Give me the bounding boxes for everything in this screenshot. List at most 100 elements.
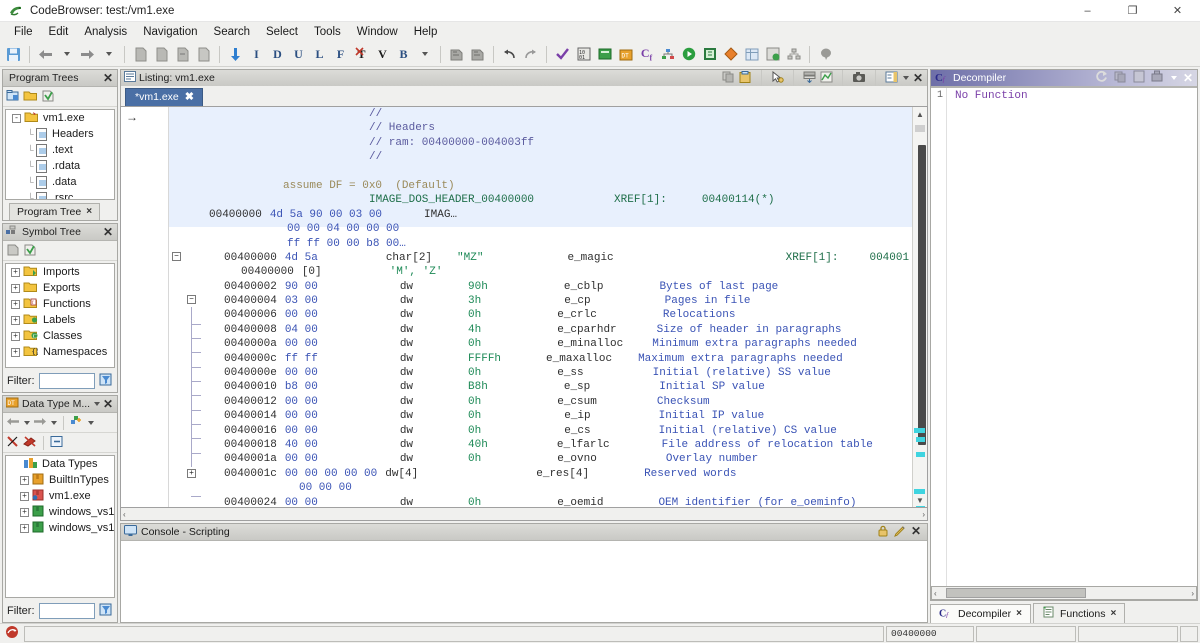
tab-program-tree[interactable]: Program Tree × <box>9 203 100 220</box>
tree-root-vm1exe[interactable]: - vm1.exe <box>6 110 114 126</box>
listing-row-bytes[interactable]: 00 00 00 <box>169 481 912 495</box>
tree-node-text[interactable]: └ .text <box>6 142 114 158</box>
export-icon[interactable] <box>173 45 192 64</box>
menu-select[interactable]: Select <box>258 24 306 40</box>
forward-dropdown-icon[interactable] <box>51 421 57 425</box>
expander-icon[interactable]: + <box>11 332 20 341</box>
redo-icon[interactable] <box>521 45 540 64</box>
copy-icon[interactable] <box>722 71 735 86</box>
disassemble-icon[interactable] <box>226 45 245 64</box>
new-datatype-icon[interactable] <box>70 415 84 430</box>
tree-node-headers[interactable]: └ Headers <box>6 126 114 142</box>
expander-icon[interactable]: + <box>20 492 29 501</box>
forward-arrow-icon[interactable] <box>33 416 47 430</box>
listing-row-data-array[interactable]: 0040001c00 00 00 00 00dw[4]e_res[4]Reser… <box>169 467 912 481</box>
memory-map-icon[interactable] <box>595 45 614 64</box>
bookmark-marker[interactable] <box>916 452 925 457</box>
data-types-node-vm1exe[interactable]: + vm1.exe <box>6 488 114 504</box>
snapshot-table-icon[interactable] <box>803 71 816 86</box>
symbol-node-functions[interactable]: + f Functions <box>6 296 114 312</box>
back-dropdown-icon[interactable] <box>57 45 76 64</box>
back-dropdown-icon[interactable] <box>24 421 30 425</box>
listing-row-data[interactable]: 0040000cff ffdwFFFFhe_maxallocMaximum ex… <box>169 352 912 366</box>
close-window-button[interactable]: ✕ <box>1155 0 1200 22</box>
rename-icon[interactable] <box>6 243 20 259</box>
tab-close-icon[interactable]: × <box>86 207 92 217</box>
chevron-down-icon[interactable] <box>94 402 100 406</box>
bookmark-icon[interactable]: B <box>394 45 413 64</box>
console-output[interactable] <box>121 541 927 622</box>
decompiler-horizontal-scrollbar[interactable]: ‹ › <box>931 586 1197 600</box>
listing-row-data[interactable]: 0040000290 00dw90he_cblpBytes of last pa… <box>169 280 912 294</box>
export-program-icon[interactable] <box>763 45 782 64</box>
scroll-right-arrow-icon[interactable]: › <box>1191 589 1194 598</box>
call-tree-icon[interactable] <box>658 45 677 64</box>
scroll-left-arrow-icon[interactable]: ‹ <box>123 510 126 519</box>
listing-row-bytes[interactable]: ff ff 00 00 b8 00… <box>169 237 912 251</box>
listing-body[interactable]: → − − + <box>120 106 928 508</box>
snapshot-icon[interactable] <box>447 45 466 64</box>
paste-icon[interactable] <box>739 71 752 86</box>
filter-options-icon[interactable] <box>99 603 113 619</box>
label-icon[interactable]: L <box>310 45 329 64</box>
listing-row-data[interactable]: 0040000804 00dw4he_cparhdrSize of header… <box>169 323 912 337</box>
bookmark-marker[interactable] <box>914 428 925 433</box>
tab-functions[interactable]: Functions × <box>1033 603 1125 623</box>
new-datatype-dropdown-icon[interactable] <box>88 421 94 425</box>
data-type-manager-close-icon[interactable]: ✕ <box>103 398 113 410</box>
create-structure-icon[interactable]: T <box>352 45 371 64</box>
expander-icon[interactable]: + <box>11 284 20 293</box>
listing-vertical-scrollbar[interactable]: ▲ ▼ <box>912 107 927 507</box>
expander-icon[interactable]: + <box>20 476 29 485</box>
byte-viewer-icon[interactable]: 1001 <box>574 45 593 64</box>
filter-options-icon[interactable] <box>99 373 113 389</box>
data-types-node-builtintypes[interactable]: + BuiltInTypes <box>6 472 114 488</box>
scroll-left-arrow-icon[interactable]: ‹ <box>934 589 937 598</box>
import-icon[interactable] <box>194 45 213 64</box>
listing-row-data[interactable]: 0040002400 00dw0he_oemidOEM identifier (… <box>169 496 912 507</box>
data-type-manager-icon[interactable]: DT <box>616 45 635 64</box>
listing-content[interactable]: − − + <box>169 107 912 507</box>
help-balloon-icon[interactable] <box>816 45 835 64</box>
script-manager-icon[interactable] <box>700 45 719 64</box>
minimize-button[interactable]: – <box>1065 0 1110 22</box>
new-tree-icon[interactable] <box>41 89 55 105</box>
listing-row-data[interactable]: 0040000a00 00dw0he_minallocMinimum extra… <box>169 337 912 351</box>
listing-row-data[interactable]: 0040000e00 00dw0he_ssInitial (relative) … <box>169 366 912 380</box>
listing-row-data[interactable]: 0040000600 00dw0he_crlcRelocations <box>169 308 912 322</box>
function-graph-icon[interactable]: Cf <box>637 45 656 64</box>
forward-dropdown-icon[interactable] <box>99 45 118 64</box>
tree-node-rdata[interactable]: └ .rdata <box>6 158 114 174</box>
scrollbar-thumb[interactable] <box>946 588 1086 598</box>
undo-icon[interactable] <box>500 45 519 64</box>
listing-gutter[interactable]: → <box>121 107 169 507</box>
scroll-down-arrow-icon[interactable]: ▼ <box>913 493 927 507</box>
listing-row-data[interactable]: 0040001400 00dw0he_ipInitial IP value <box>169 409 912 423</box>
symbol-node-exports[interactable]: + Exports <box>6 280 114 296</box>
select-cursor-icon[interactable] <box>771 71 784 86</box>
menu-edit[interactable]: Edit <box>41 24 77 40</box>
listing-row-data[interactable]: 00400010b8 00dwB8he_spInitial SP value <box>169 380 912 394</box>
scrollbar-thumb[interactable] <box>918 145 926 445</box>
data-types-root[interactable]: Data Types <box>6 456 114 472</box>
program-trees-close-icon[interactable]: ✕ <box>103 72 113 84</box>
maximize-button[interactable]: ❐ <box>1110 0 1155 22</box>
listing-row-assume[interactable]: assume DF = 0x0 (Default) <box>169 179 912 193</box>
pencil-icon[interactable] <box>894 525 906 540</box>
expander-icon[interactable]: - <box>12 114 21 123</box>
menu-dropdown-icon[interactable] <box>1171 76 1177 80</box>
refresh-icon[interactable] <box>1095 70 1108 86</box>
decompiler-code[interactable]: No Function <box>947 88 1197 586</box>
menu-search[interactable]: Search <box>206 24 258 40</box>
listing-row-data[interactable]: 0040001600 00dw0he_csInitial (relative) … <box>169 424 912 438</box>
listing-row-data[interactable]: 004000004d 5achar[2]"MZ"e_magicXREF[1]:0… <box>169 251 912 265</box>
decompiler-body[interactable]: 1 No Function <box>931 87 1197 586</box>
expander-icon[interactable]: + <box>20 524 29 533</box>
listing-row-subcomponent[interactable]: 00400000[0]'M', 'Z' <box>169 265 912 279</box>
create-function-icon[interactable]: F <box>331 45 350 64</box>
cut-icon[interactable] <box>6 435 20 451</box>
forward-arrow-icon[interactable] <box>78 45 97 64</box>
clear-icon[interactable] <box>1133 70 1145 86</box>
expander-icon[interactable]: + <box>11 268 20 277</box>
listing-row-data[interactable]: 0040001a00 00dw0he_ovnoOverlay number <box>169 452 912 466</box>
